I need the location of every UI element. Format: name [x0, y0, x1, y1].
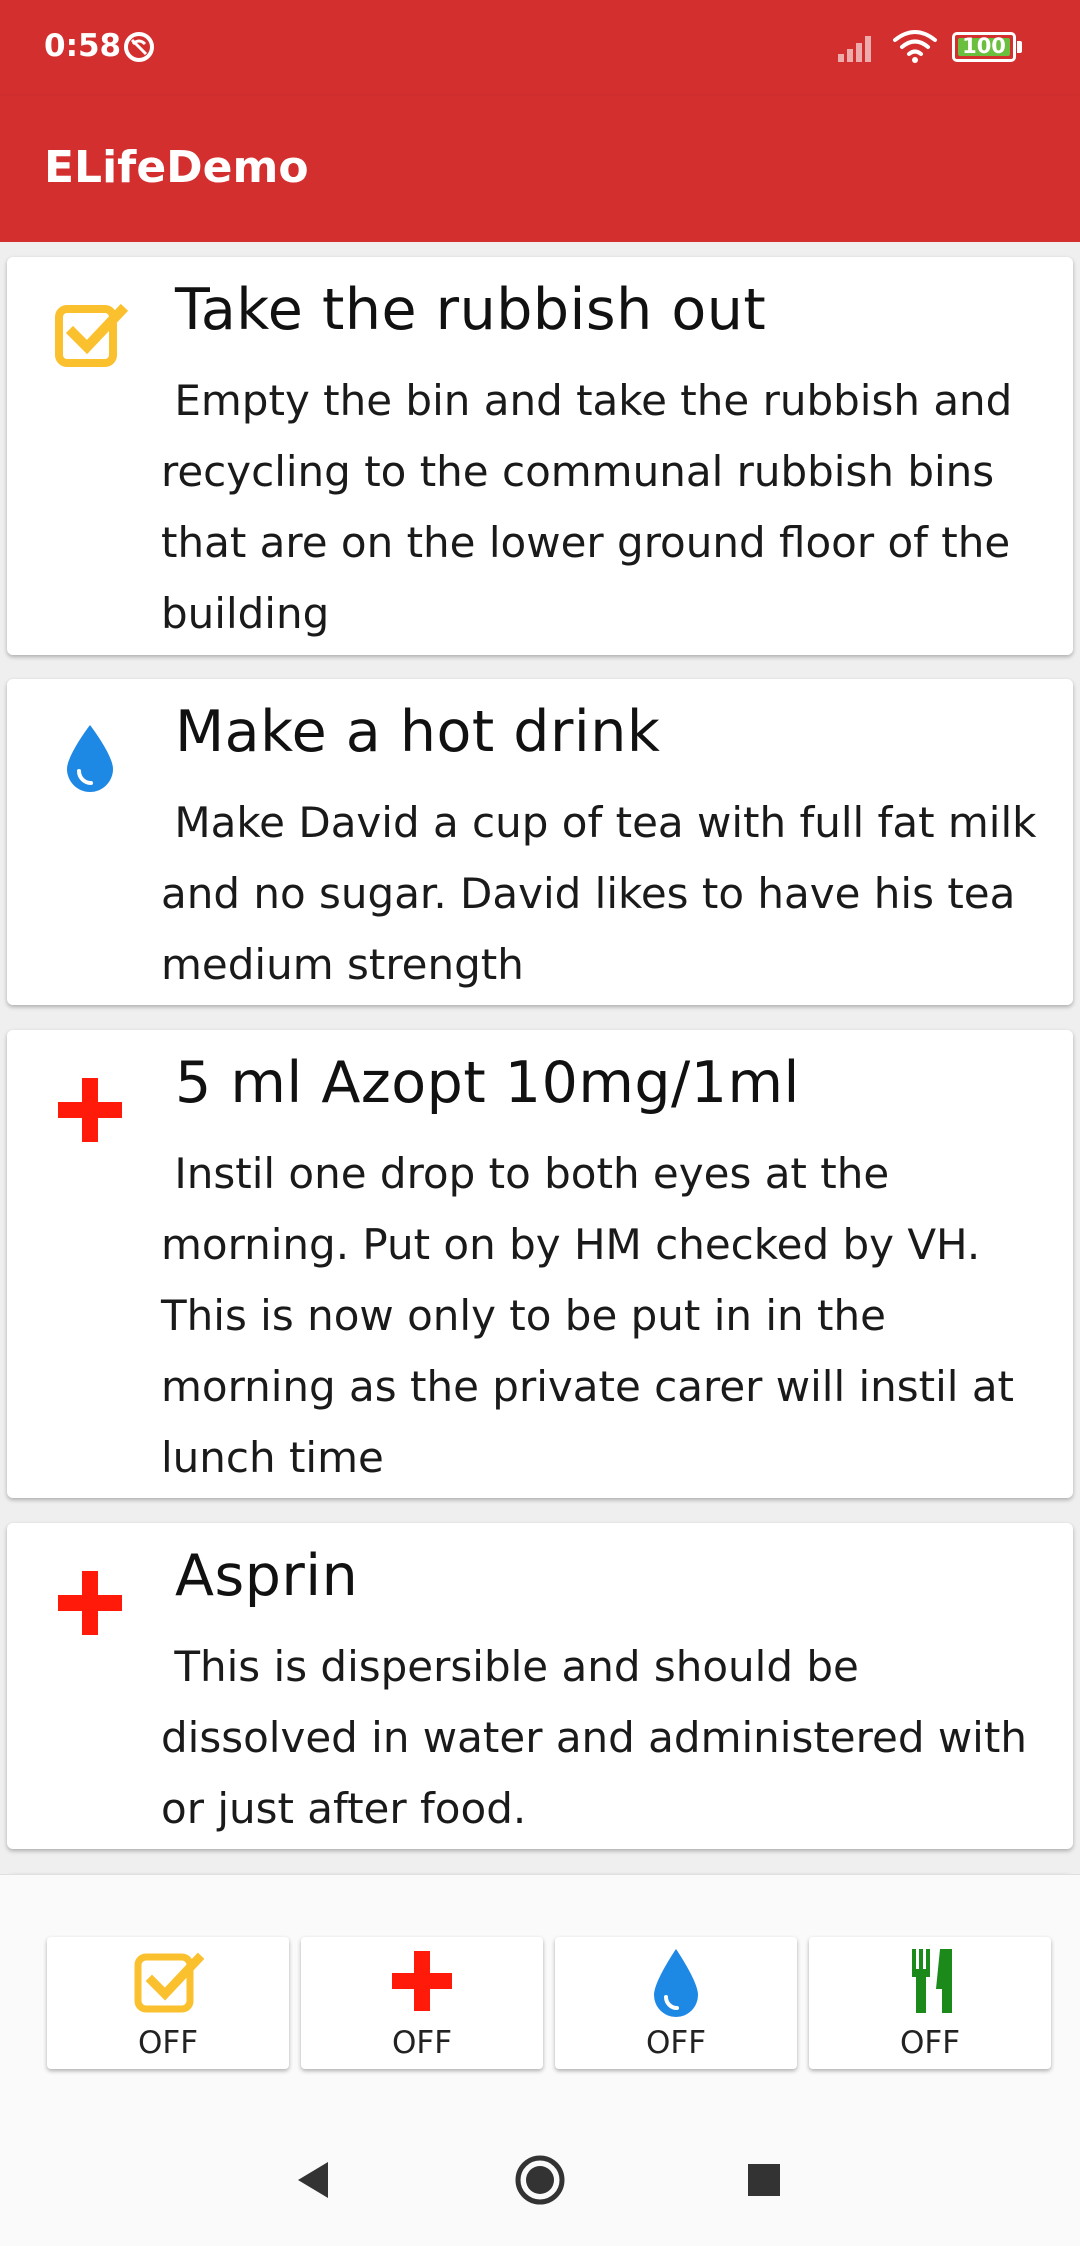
task-description: This is dispersible and should be dissol… [161, 1642, 1027, 1833]
task-description: Empty the bin and take the rubbish and r… [161, 376, 1013, 638]
filter-task-toggle[interactable]: OFF [47, 1937, 289, 2069]
medical-cross-icon [58, 1078, 122, 1142]
app-bar: ELifeDemo [0, 96, 1080, 242]
task-card[interactable]: 5 ml Azopt 10mg/1ml Instil one drop to b… [7, 1030, 1073, 1498]
filter-medication-toggle[interactable]: OFF [301, 1937, 543, 2069]
checkbox-icon [55, 303, 129, 367]
recents-icon[interactable] [734, 2150, 794, 2210]
task-title: Asprin [175, 1543, 359, 1609]
app-title: ELifeDemo [44, 142, 309, 193]
task-card[interactable]: Take the rubbish out Empty the bin and t… [7, 257, 1073, 655]
task-title: Make a hot drink [175, 699, 661, 765]
medical-cross-icon [392, 1951, 452, 2011]
filter-food-label: OFF [899, 2025, 961, 2061]
home-icon[interactable] [510, 2150, 570, 2210]
task-list[interactable]: Take the rubbish out Empty the bin and t… [0, 242, 1080, 1874]
task-title: Take the rubbish out [175, 277, 767, 343]
task-description: Instil one drop to both eyes at the morn… [161, 1149, 1015, 1482]
water-drop-icon [654, 1949, 698, 2017]
checkbox-icon [134, 1952, 204, 2013]
do-not-disturb-icon [124, 32, 154, 62]
status-bar: 0:58 100 [0, 0, 1080, 96]
fork-knife-icon [912, 1949, 952, 2013]
medical-cross-icon [58, 1571, 122, 1635]
system-nav-bar [0, 2114, 1080, 2246]
battery-icon: 100 [952, 32, 1022, 62]
wifi-icon [893, 30, 937, 63]
signal-icon [838, 36, 871, 62]
status-time: 0:58 [44, 28, 122, 64]
filter-drink-label: OFF [645, 2025, 707, 2061]
task-description: Make David a cup of tea with full fat mi… [161, 798, 1037, 989]
task-title: 5 ml Azopt 10mg/1ml [175, 1050, 800, 1116]
battery-level: 100 [962, 34, 1006, 58]
task-card[interactable]: Asprin This is dispersible and should be… [7, 1523, 1073, 1849]
task-card[interactable]: Make a hot drink Make David a cup of tea… [7, 679, 1073, 1005]
back-icon[interactable] [284, 2150, 344, 2210]
filter-food-toggle[interactable]: OFF [809, 1937, 1051, 2069]
filter-medication-label: OFF [391, 2025, 453, 2061]
filter-task-label: OFF [137, 2025, 199, 2061]
filter-drink-toggle[interactable]: OFF [555, 1937, 797, 2069]
filter-bar: OFF OFF OFF OFF [0, 1874, 1080, 2114]
water-drop-icon [67, 725, 113, 792]
